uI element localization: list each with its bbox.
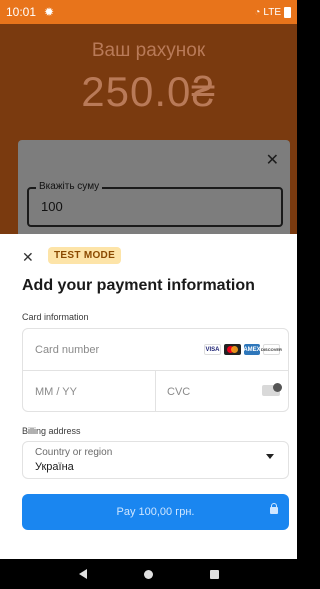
- account-title: Ваш рахунок: [91, 40, 206, 61]
- wifi-icon: ◔: [254, 6, 261, 18]
- country-select[interactable]: Country or region Україна: [22, 441, 289, 479]
- billing-address-label: Billing address: [22, 426, 81, 436]
- recents-icon[interactable]: [209, 569, 219, 579]
- amount-input-value: 100: [41, 199, 63, 214]
- amex-icon: AMEX: [243, 344, 261, 355]
- status-time: 10:01: [6, 5, 37, 19]
- discover-icon: DISCOVER: [261, 344, 282, 355]
- pay-button-label: Pay 100,00 грн.: [116, 506, 195, 518]
- gear-icon: ✹: [44, 5, 55, 19]
- card-information-box: Card number VISA AMEX DISCOVER MM / YY C…: [22, 328, 289, 412]
- amount-input-label: Вкажіть суму: [36, 181, 103, 192]
- sheet-title: Add your payment information: [22, 277, 255, 294]
- chevron-down-icon: [266, 454, 274, 459]
- mastercard-icon: [224, 344, 241, 355]
- battery-icon: [284, 6, 291, 18]
- signal-label: LTE: [263, 6, 281, 18]
- card-information-label: Card information: [22, 312, 89, 322]
- card-brands: VISA AMEX DISCOVER: [204, 344, 282, 355]
- amount-input[interactable]: [27, 187, 283, 227]
- status-bar: 10:01 ✹ ◔ LTE: [0, 0, 297, 24]
- country-select-value: Україна: [35, 461, 74, 473]
- back-icon[interactable]: [78, 569, 87, 579]
- home-icon[interactable]: [143, 569, 153, 579]
- test-mode-badge: TEST MODE: [48, 247, 122, 264]
- cvc-card-icon: [262, 383, 282, 396]
- country-select-label: Country or region: [35, 447, 113, 458]
- expiry-field[interactable]: MM / YY: [35, 386, 77, 398]
- status-right: ◔ LTE: [254, 6, 291, 18]
- visa-icon: VISA: [204, 344, 221, 355]
- card-number-field[interactable]: Card number: [35, 344, 99, 356]
- screen: 10:01 ✹ ◔ LTE Ваш рахунок 250.0₴ ✕ Вкажі…: [0, 0, 297, 589]
- navigation-bar: [0, 559, 297, 589]
- pay-button[interactable]: Pay 100,00 грн.: [22, 494, 289, 530]
- divider: [155, 371, 156, 412]
- cvc-field[interactable]: CVC: [167, 386, 190, 398]
- account-balance: 250.0₴: [81, 68, 216, 115]
- lock-icon: [270, 503, 278, 514]
- close-icon[interactable]: ✕: [266, 150, 279, 170]
- close-icon[interactable]: ✕: [22, 249, 34, 266]
- payment-sheet: ✕ TEST MODE Add your payment information…: [0, 234, 297, 559]
